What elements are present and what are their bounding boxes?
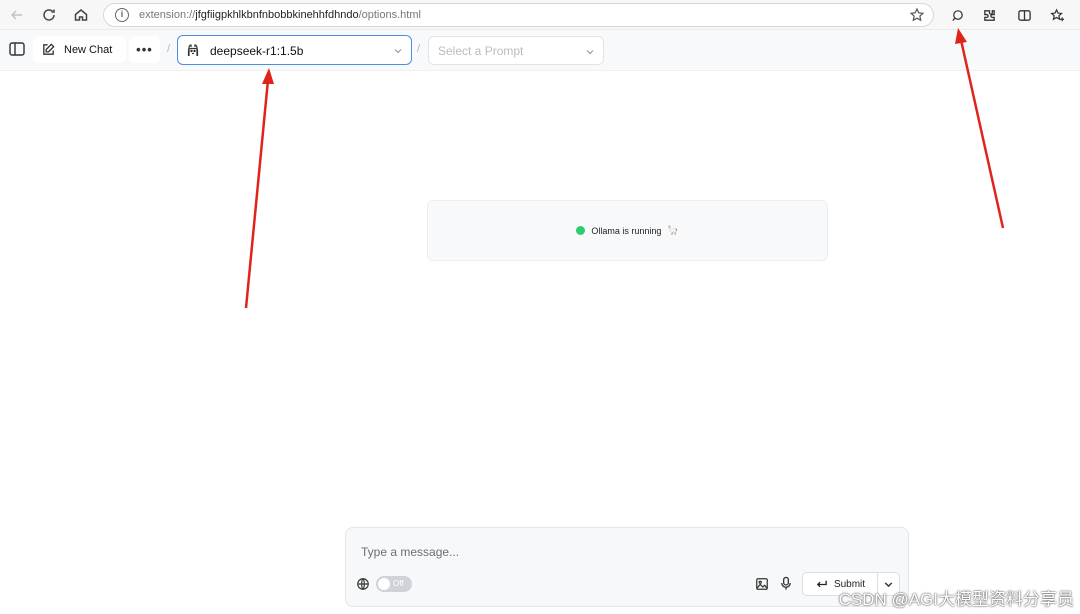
split-screen-icon[interactable]	[1015, 6, 1033, 24]
image-upload-icon[interactable]	[755, 577, 769, 591]
prompt-select-placeholder: Select a Prompt	[438, 44, 524, 58]
prompt-select[interactable]: Select a Prompt	[428, 36, 604, 65]
sidebar-toggle-icon[interactable]	[8, 40, 26, 58]
app-toolbar: New Chat ••• / deepseek-r1:1.5b / Select…	[0, 30, 1080, 71]
browser-toolbar: i extension://jfgfiigpkhlkbnfnbobbkinehh…	[0, 0, 1080, 30]
more-options-button[interactable]: •••	[129, 36, 160, 63]
message-input[interactable]	[361, 545, 881, 559]
message-composer: Off Submit	[345, 527, 909, 607]
arrow-to-model-select	[244, 68, 274, 309]
toggle-label: Off	[393, 579, 404, 588]
status-indicator-dot	[576, 226, 586, 235]
chevron-down-icon	[586, 50, 594, 55]
microphone-icon[interactable]	[779, 576, 793, 591]
web-search-toggle[interactable]: Off	[376, 576, 412, 592]
reload-icon[interactable]	[38, 4, 60, 26]
breadcrumb-separator: /	[167, 43, 171, 55]
watermark: CSDN @AGI大模型资料分享员	[838, 590, 1074, 609]
model-select[interactable]: deepseek-r1:1.5b	[177, 35, 412, 65]
chevron-down-icon	[394, 49, 402, 54]
chat-extension-icon[interactable]	[948, 6, 966, 24]
url-text: extension://jfgfiigpkhlkbnfnbobbkinehhfd…	[139, 9, 421, 21]
breadcrumb-separator-2: /	[417, 43, 421, 55]
edit-icon	[43, 43, 55, 55]
model-select-value: deepseek-r1:1.5b	[210, 44, 304, 58]
info-icon[interactable]: i	[115, 8, 129, 22]
home-icon[interactable]	[70, 4, 92, 26]
favorites-icon[interactable]	[1048, 6, 1066, 24]
star-icon[interactable]	[909, 7, 925, 23]
toggle-knob	[378, 578, 390, 590]
back-icon[interactable]	[6, 4, 28, 26]
llama-emoji-icon: 🦙	[667, 225, 679, 235]
globe-icon[interactable]	[356, 577, 370, 591]
enter-icon	[816, 580, 827, 587]
status-text: Ollama is running	[591, 225, 662, 236]
extensions-icon[interactable]	[980, 6, 998, 24]
new-chat-label: New Chat	[64, 43, 113, 56]
address-bar[interactable]: i extension://jfgfiigpkhlkbnfnbobbkinehh…	[103, 3, 934, 27]
ollama-status-card: Ollama is running 🦙	[427, 200, 828, 261]
llama-model-icon	[187, 44, 199, 56]
new-chat-button[interactable]: New Chat	[33, 36, 126, 63]
annotation-arrows	[244, 28, 1005, 309]
